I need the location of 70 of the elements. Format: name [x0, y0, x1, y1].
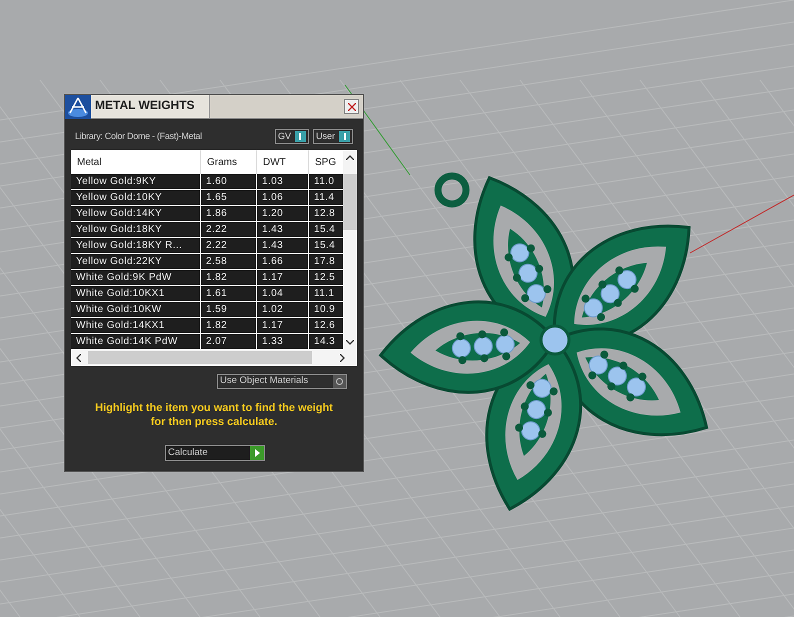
table-cell-text: 14.3 — [313, 335, 336, 349]
table-cell: 1.43 — [257, 222, 309, 237]
table-cell-text: 11.4 — [313, 191, 336, 205]
table-cell: 1.65 — [201, 190, 257, 205]
table-cell: 1.82 — [201, 270, 257, 285]
table-row[interactable]: White Gold:10KX1 1.61 1.04 11.1 — [71, 286, 344, 302]
scroll-right-icon[interactable] — [340, 354, 345, 362]
table-cell-text: 15.4 — [313, 239, 336, 253]
play-icon — [250, 446, 264, 460]
table-cell-text: 12.6 — [313, 319, 336, 333]
close-button[interactable] — [344, 99, 359, 114]
table-cell: Yellow Gold:22KY — [71, 254, 201, 269]
toggle-button[interactable]: User — [312, 129, 353, 144]
table-cell-text: 15.4 — [313, 223, 336, 237]
table-row[interactable]: Yellow Gold:18KY R... 2.22 1.43 15.4 — [71, 238, 344, 254]
scroll-up-icon[interactable] — [346, 155, 354, 160]
table-cell: 1.20 — [257, 206, 309, 221]
scroll-left-icon[interactable] — [76, 354, 81, 362]
table-cell: 1.17 — [257, 270, 309, 285]
table-cell: 2.58 — [201, 254, 257, 269]
table-cell: White Gold:10KW — [71, 302, 201, 317]
table-row[interactable]: White Gold:9K PdW 1.82 1.17 12.5 — [71, 270, 344, 286]
table-cell-text: 10.9 — [313, 303, 336, 317]
toggle-button[interactable]: GV — [274, 129, 309, 144]
table-cell: Yellow Gold:18KY — [71, 222, 201, 237]
table-row[interactable]: White Gold:10KW 1.59 1.02 10.9 — [71, 302, 344, 318]
table-cell: White Gold:9K PdW — [71, 270, 201, 285]
table-cell: Yellow Gold:18KY R... — [71, 238, 201, 253]
table-cell: Yellow Gold:10KY — [71, 190, 201, 205]
table-row[interactable]: Yellow Gold:10KY 1.65 1.06 11.4 — [71, 190, 344, 206]
instruction-text: Highlight the item you want to find the weight for then press calculate. — [94, 401, 334, 429]
calculate-button[interactable]: Calculate — [165, 445, 265, 461]
table-row[interactable]: White Gold:14K PdW 2.07 1.33 14.3 — [71, 334, 344, 350]
table-cell-text: 11.0 — [313, 175, 336, 189]
table-cell: Yellow Gold:9KY — [71, 174, 201, 189]
table-cell-text: 17.8 — [313, 255, 336, 269]
table-cell: 2.22 — [201, 238, 257, 253]
table-cell: White Gold:10KX1 — [71, 286, 201, 301]
table-cell: 1.04 — [257, 286, 309, 301]
close-icon — [348, 102, 356, 110]
column-header[interactable]: SPG — [309, 150, 344, 174]
horizontal-scrollbar[interactable] — [71, 349, 357, 366]
table-cell: 1.86 — [201, 206, 257, 221]
table-row[interactable]: White Gold:14KX1 1.82 1.17 12.6 — [71, 318, 344, 334]
table-cell-text: 11.1 — [313, 287, 336, 301]
table-row[interactable]: Yellow Gold:22KY 2.58 1.66 17.8 — [71, 254, 344, 270]
table-cell: 1.03 — [257, 174, 309, 189]
app-logo-icon — [65, 95, 91, 119]
table-cell: 1.06 — [257, 190, 309, 205]
library-label: Library: Color Dome - (Fast)-Metal — [75, 130, 203, 143]
table-row[interactable]: Yellow Gold:14KY 1.86 1.20 12.8 — [71, 206, 344, 222]
vertical-scrollbar[interactable] — [343, 150, 357, 349]
table-cell: 1.43 — [257, 238, 309, 253]
table-cell: 1.61 — [201, 286, 257, 301]
use-object-materials-toggle[interactable]: Use Object Materials — [217, 374, 347, 389]
window-title: METAL WEIGHTS — [91, 95, 209, 118]
table-cell: 1.02 — [257, 302, 309, 317]
table-cell: 1.60 — [201, 174, 257, 189]
table-cell-text: 12.8 — [313, 207, 336, 221]
table-cell-text: 12.5 — [313, 271, 336, 285]
table-cell: 1.59 — [201, 302, 257, 317]
table-cell: 1.66 — [257, 254, 309, 269]
table-cell: White Gold:14KX1 — [71, 318, 201, 333]
table-cell: Yellow Gold:14KY — [71, 206, 201, 221]
table-cell: 2.22 — [201, 222, 257, 237]
table-row[interactable]: Yellow Gold:9KY 1.60 1.03 11.0 — [71, 174, 344, 190]
table-row[interactable]: Yellow Gold:18KY 2.22 1.43 15.4 — [71, 222, 344, 238]
scroll-down-icon[interactable] — [346, 340, 354, 345]
table-cell: 1.17 — [257, 318, 309, 333]
table-cell: 1.82 — [201, 318, 257, 333]
